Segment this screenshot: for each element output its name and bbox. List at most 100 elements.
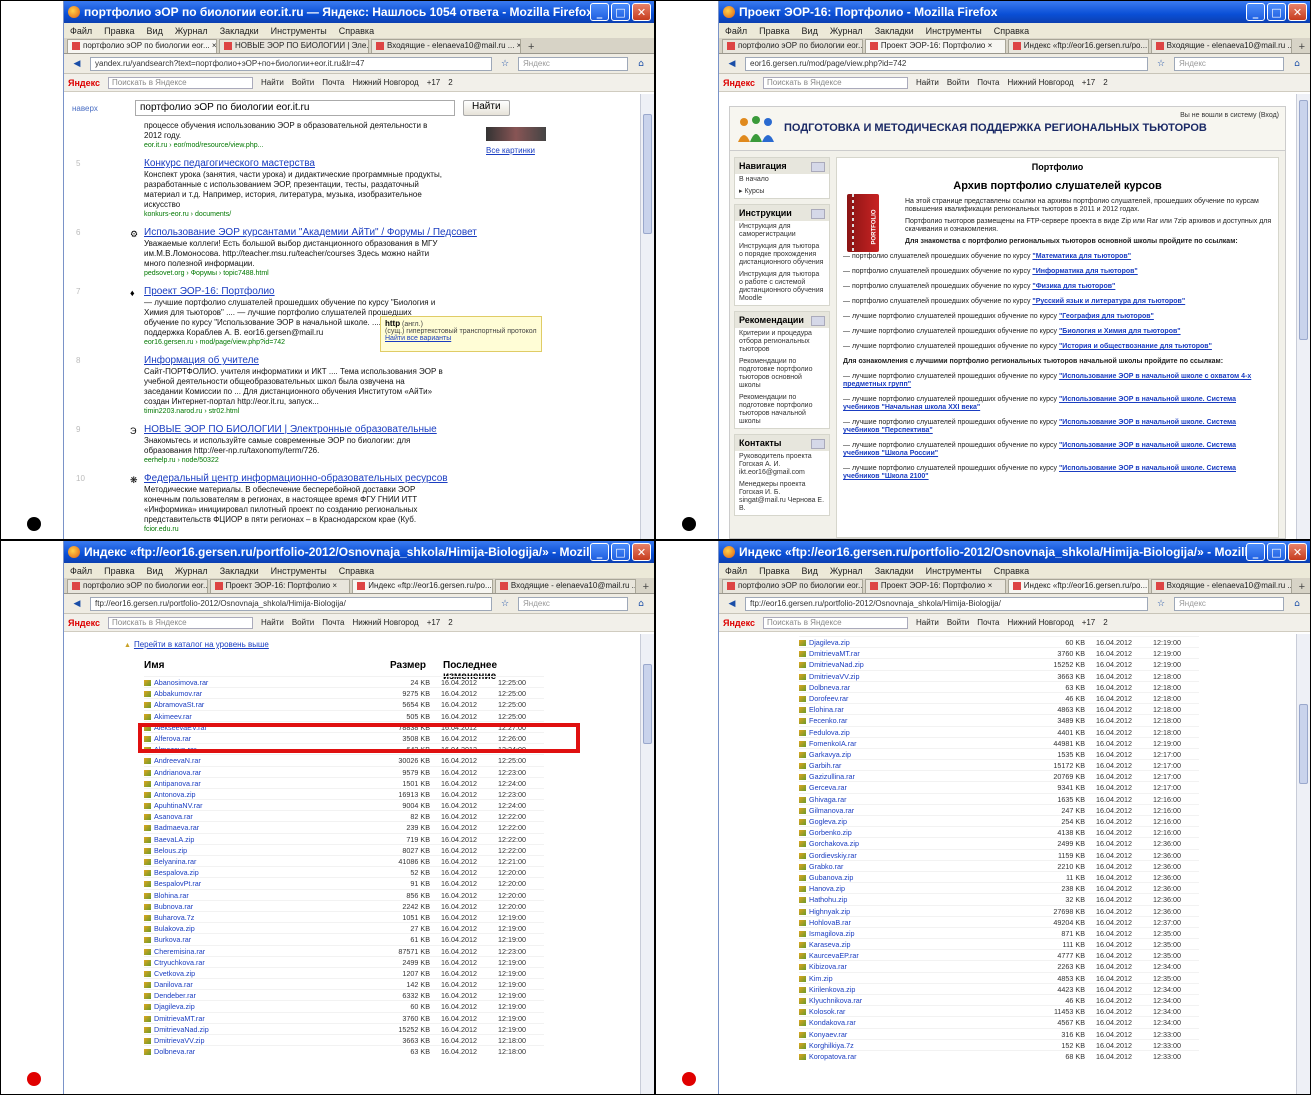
file-row[interactable]: DmitrievaMT.rar 3760 KB 16.04.2012 12:19:00 [144, 1011, 544, 1023]
file-row[interactable]: Antonova.zip 16913 KB 16.04.2012 12:23:00 [144, 787, 544, 799]
scrollbar-thumb[interactable] [643, 664, 652, 744]
file-row[interactable]: Gubanova.zip 11 KB 16.04.2012 12:36:00 [799, 870, 1199, 882]
browser-tab[interactable]: Индекс «ftp://eor16.gersen.ru/po... × [1007, 579, 1149, 593]
vertical-scrollbar[interactable] [640, 94, 654, 539]
yandex-bar-item[interactable]: Найти [916, 78, 939, 87]
browser-tab[interactable]: Проект ЭОР-16: Портфолио × [864, 39, 1006, 53]
menu-item[interactable]: Справка [339, 566, 374, 576]
file-row[interactable]: Abbakumov.rar 9275 KB 16.04.2012 12:25:00 [144, 687, 544, 698]
back-arrow-icon[interactable]: ◀ [724, 597, 740, 611]
file-row[interactable]: BespalovPt.rar 91 KB 16.04.2012 12:20:00 [144, 877, 544, 888]
block-link[interactable]: Менеджеры проекта Гогская И. Б. singat@m… [735, 479, 829, 515]
star-icon[interactable]: ☆ [1153, 57, 1169, 71]
browser-tab[interactable]: Проект ЭОР-16: Портфолио × [209, 579, 351, 593]
file-row[interactable]: BaevaLA.zip 719 KB 16.04.2012 12:22:00 [144, 832, 544, 844]
home-icon[interactable]: ⌂ [633, 57, 649, 71]
result-url[interactable]: timin2203.narod.ru › str02.html [144, 408, 444, 415]
file-row[interactable]: Buharova.7z 1051 KB 16.04.2012 12:19:00 [144, 910, 544, 922]
menu-item[interactable]: Правка [759, 26, 789, 36]
star-icon[interactable]: ☆ [497, 57, 513, 71]
yandex-bar-search-input[interactable]: Поискать в Яндексе [763, 616, 909, 629]
file-row[interactable]: Andrianova.rar 9579 KB 16.04.2012 12:23:00 [144, 765, 544, 777]
yandex-bar-search-input[interactable]: Поискать в Яндексе [108, 76, 254, 89]
parent-directory-link[interactable]: Перейти в каталог на уровень выше [124, 640, 269, 649]
maximize-button[interactable]: □ [611, 543, 630, 561]
yandex-logo[interactable]: Яндекс [68, 78, 100, 88]
browser-search-input[interactable]: Яндекс [518, 56, 628, 71]
file-row[interactable]: Abanosimova.rar 24 KB 16.04.2012 12:25:00 [144, 676, 544, 687]
menu-item[interactable]: Вид [147, 26, 163, 36]
file-row[interactable]: Dendeber.rar 6332 KB 16.04.2012 12:19:00 [144, 989, 544, 1000]
scroll-to-top-link[interactable]: наверх [72, 104, 127, 113]
new-tab-button[interactable]: + [523, 41, 539, 53]
result-title-link[interactable]: Проект ЭОР-16: Портфолио [144, 286, 444, 297]
address-bar[interactable]: ftp://eor16.gersen.ru/portfolio-2012/Osn… [90, 596, 492, 611]
file-row[interactable]: Burkova.rar 61 KB 16.04.2012 12:19:00 [144, 933, 544, 944]
course-link[interactable]: "История и обществознание для тьюторов" [1059, 343, 1212, 350]
file-row[interactable]: Ctryuchkova.rar 2499 KB 16.04.2012 12:19:00 [144, 955, 544, 967]
maximize-button[interactable]: □ [1267, 3, 1286, 21]
browser-search-input[interactable]: Яндекс [518, 596, 628, 611]
result-title-link[interactable]: Конкурс педагогического мастерства [144, 158, 444, 169]
scrollbar-thumb[interactable] [1299, 100, 1308, 340]
file-row[interactable]: DmitrievaVV.zip 3663 KB 16.04.2012 12:18:00 [144, 1034, 544, 1045]
scrollbar-thumb[interactable] [1299, 704, 1308, 784]
block-header[interactable]: Рекомендации [735, 312, 829, 328]
file-row[interactable]: Konyaev.rar 316 KB 16.04.2012 12:33:00 [799, 1027, 1199, 1039]
file-row[interactable]: Hathohu.zip 32 KB 16.04.2012 12:36:00 [799, 893, 1199, 904]
home-icon[interactable]: ⌂ [1289, 597, 1305, 611]
file-row[interactable]: DmitrievaVV.zip 3663 KB 16.04.2012 12:18:00 [799, 669, 1199, 681]
home-icon[interactable]: ⌂ [633, 597, 649, 611]
yandex-bar-item[interactable]: +17 [1082, 78, 1096, 87]
new-tab-button[interactable]: + [1294, 581, 1310, 593]
menu-item[interactable]: Закладки [220, 566, 259, 576]
close-button[interactable]: ✕ [1288, 543, 1307, 561]
file-row[interactable]: Badmaeva.rar 239 KB 16.04.2012 12:22:00 [144, 821, 544, 832]
block-link[interactable]: Руководитель проекта Гогская А. И. ikt.e… [735, 451, 829, 479]
vertical-scrollbar[interactable] [640, 634, 654, 1094]
file-row[interactable]: Garkavya.zip 1535 KB 16.04.2012 12:17:00 [799, 747, 1199, 759]
menu-item[interactable]: Вид [802, 26, 818, 36]
file-row[interactable]: Koropatova.rar 68 KB 16.04.2012 12:33:00 [799, 1049, 1199, 1061]
menu-item[interactable]: Закладки [875, 566, 914, 576]
vertical-scrollbar[interactable] [1296, 634, 1310, 1094]
file-row[interactable]: Belous.zip 8027 KB 16.04.2012 12:22:00 [144, 843, 544, 855]
yandex-bar-item[interactable]: Почта [322, 78, 344, 87]
yandex-bar-item[interactable]: Нижний Новгород [352, 618, 418, 627]
image-thumbnail[interactable] [486, 127, 546, 141]
menu-item[interactable]: Вид [147, 566, 163, 576]
star-icon[interactable]: ☆ [1153, 597, 1169, 611]
block-link[interactable]: Рекомендации по подготовке портфолио тью… [735, 356, 829, 392]
result-title-link[interactable]: Федеральный центр информационно-образова… [144, 473, 448, 484]
file-row[interactable]: Ghivaga.rar 1635 KB 16.04.2012 12:16:00 [799, 792, 1199, 804]
file-row[interactable]: Hanova.zip 238 KB 16.04.2012 12:36:00 [799, 882, 1199, 893]
browser-tab[interactable]: НОВЫЕ ЭОР ПО БИОЛОГИИ | Эле... × [219, 39, 369, 53]
yandex-query-input[interactable]: портфолио эОР по биологии eor.it.ru [135, 100, 455, 116]
menu-item[interactable]: Журнал [830, 26, 863, 36]
menu-item[interactable]: Закладки [875, 26, 914, 36]
star-icon[interactable]: ☆ [497, 597, 513, 611]
file-row[interactable]: Gorchakova.zip 2499 KB 16.04.2012 12:36:00 [799, 837, 1199, 848]
block-link[interactable]: Рекомендации по подготовке портфолио тью… [735, 392, 829, 428]
home-icon[interactable]: ⌂ [1289, 57, 1305, 71]
yandex-bar-item[interactable]: Нижний Новгород [1007, 78, 1073, 87]
yandex-bar-item[interactable]: Войти [947, 78, 969, 87]
file-row[interactable]: KaurcevaEP.rar 4777 KB 16.04.2012 12:35:00 [799, 949, 1199, 960]
maximize-button[interactable]: □ [1267, 543, 1286, 561]
file-row[interactable]: Gazizullina.rar 20769 KB 16.04.2012 12:17:0… [799, 770, 1199, 781]
file-row[interactable]: Dolbneva.rar 63 KB 16.04.2012 12:18:00 [144, 1045, 544, 1056]
menu-item[interactable]: Инструменты [271, 566, 327, 576]
file-row[interactable]: Korghilkiya.7z 152 KB 16.04.2012 12:33:00 [799, 1038, 1199, 1050]
file-row[interactable]: Elohina.rar 4863 KB 16.04.2012 12:18:00 [799, 703, 1199, 714]
block-header[interactable]: Инструкции [735, 205, 829, 221]
minimize-button[interactable]: _ [590, 3, 609, 21]
menu-item[interactable]: Вид [802, 566, 818, 576]
browser-tab[interactable]: Проект ЭОР-16: Портфолио × [864, 579, 1006, 593]
yandex-logo[interactable]: Яндекс [723, 78, 755, 88]
file-row[interactable]: Kibizova.rar 2263 KB 16.04.2012 12:34:00 [799, 960, 1199, 971]
course-link[interactable]: "Биология и Химия для тьюторов" [1059, 328, 1181, 335]
file-row[interactable]: Bespalova.zip 52 KB 16.04.2012 12:20:00 [144, 866, 544, 877]
column-header[interactable]: Размер [390, 660, 426, 671]
file-row[interactable]: Bubnova.rar 2242 KB 16.04.2012 12:20:00 [144, 899, 544, 911]
menu-item[interactable]: Файл [70, 566, 92, 576]
